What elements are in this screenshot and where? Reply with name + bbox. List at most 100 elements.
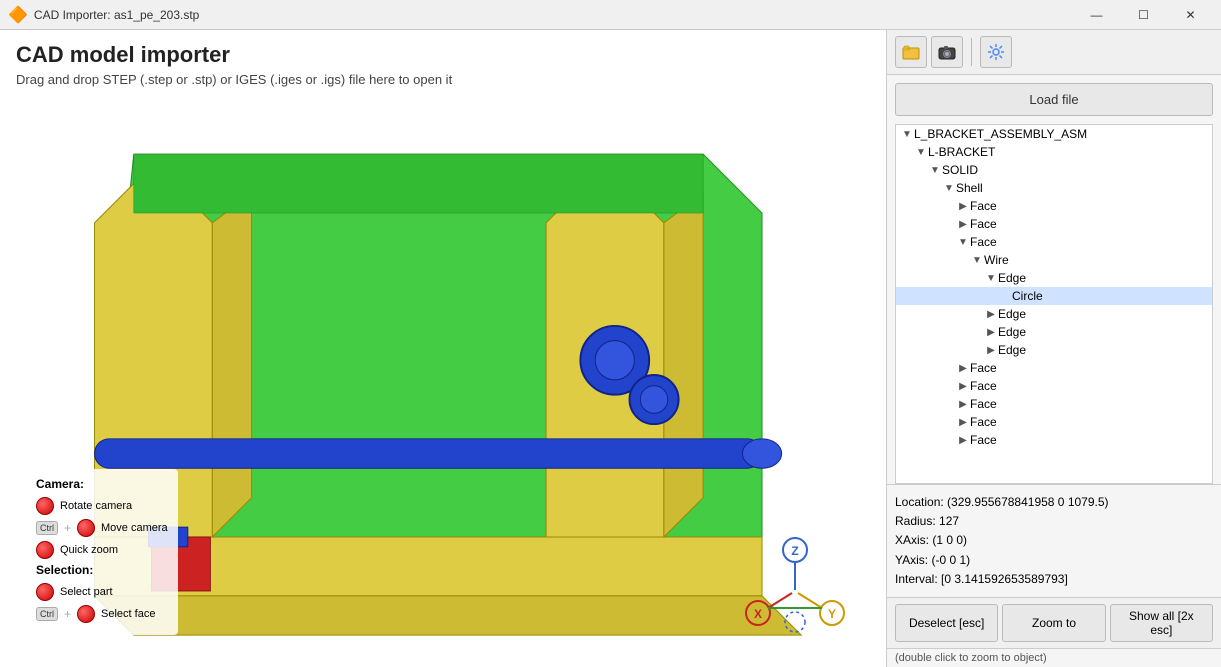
tree-arrow [984, 309, 998, 320]
tree-item-face-2[interactable]: Face [896, 215, 1212, 233]
tree-arrow [956, 363, 970, 374]
camera-button[interactable] [931, 36, 963, 68]
tree-item-edge-4[interactable]: Edge [896, 341, 1212, 359]
maximize-button[interactable]: ☐ [1121, 4, 1166, 26]
tree-label: Wire [984, 253, 1009, 267]
toolbar-separator [971, 38, 972, 66]
tree-label: Edge [998, 343, 1026, 357]
property-yaxis: YAxis: (-0 0 1) [895, 551, 1213, 570]
tree-arrow [900, 129, 914, 140]
tree-arrow [942, 183, 956, 194]
right-panel: Load file L_BRACKET_ASSEMBLY_ASM L-BRACK… [886, 30, 1221, 667]
open-file-button[interactable] [895, 36, 927, 68]
svg-text:Z: Z [791, 544, 798, 558]
tree-item-face-4[interactable]: Face [896, 359, 1212, 377]
tree-label: SOLID [942, 163, 978, 177]
svg-text:X: X [754, 607, 762, 621]
axis-svg: Z X Y [740, 525, 850, 635]
tree-arrow [956, 417, 970, 428]
tree-label: Edge [998, 307, 1026, 321]
quick-zoom-label: Quick zoom [60, 544, 118, 556]
app-icon: 🔶 [8, 5, 28, 25]
tree-arrow [984, 345, 998, 356]
tree-arrow [956, 219, 970, 230]
tree-arrow [956, 381, 970, 392]
deselect-button[interactable]: Deselect [esc] [895, 604, 998, 642]
select-part-icon [36, 583, 54, 601]
select-part-item: Select part [36, 583, 168, 601]
tree-label: Face [970, 415, 997, 429]
move-icon [77, 519, 95, 537]
tree-item-face-8[interactable]: Face [896, 431, 1212, 449]
titlebar-left: 🔶 CAD Importer: as1_pe_203.stp [8, 5, 199, 25]
tree-item-edge-3[interactable]: Edge [896, 323, 1212, 341]
property-xaxis: XAxis: (1 0 0) [895, 531, 1213, 550]
ctrl-badge-2: Ctrl [36, 607, 58, 621]
settings-button[interactable] [980, 36, 1012, 68]
select-face-item: Ctrl + Select face [36, 605, 168, 623]
tree-label: Face [970, 433, 997, 447]
tree-item-l-bracket[interactable]: L-BRACKET [896, 143, 1212, 161]
svg-text:Y: Y [828, 607, 836, 621]
tree-label: Face [970, 199, 997, 213]
toolbar [887, 30, 1221, 75]
tree-item-face-7[interactable]: Face [896, 413, 1212, 431]
main-content: CAD model importer Drag and drop STEP (.… [0, 30, 1221, 667]
tree-arrow [956, 399, 970, 410]
tree-item-solid[interactable]: SOLID [896, 161, 1212, 179]
zoom-icon [36, 541, 54, 559]
show-all-button[interactable]: Show all [2x esc] [1110, 604, 1213, 642]
app-title: CAD model importer [16, 42, 870, 68]
tree-arrow [970, 255, 984, 266]
rotate-icon [36, 497, 54, 515]
move-camera-item: Ctrl + Move camera [36, 519, 168, 537]
tree-label: Face [970, 235, 997, 249]
minimize-button[interactable]: — [1074, 4, 1119, 26]
tree-label: Edge [998, 271, 1026, 285]
tree-item-face-1[interactable]: Face [896, 197, 1212, 215]
tree-label: Face [970, 379, 997, 393]
titlebar-title: CAD Importer: as1_pe_203.stp [34, 8, 199, 22]
left-panel: CAD model importer Drag and drop STEP (.… [0, 30, 886, 667]
tree-label: Face [970, 217, 997, 231]
tree-item-circle[interactable]: Circle [896, 287, 1212, 305]
property-radius: Radius: 127 [895, 512, 1213, 531]
folder-icon [901, 42, 921, 62]
tree-item-shell[interactable]: Shell [896, 179, 1212, 197]
tree-label: Shell [956, 181, 983, 195]
tree-item-l-bracket-assembly[interactable]: L_BRACKET_ASSEMBLY_ASM [896, 125, 1212, 143]
move-camera-label: Move camera [101, 522, 168, 534]
tree-item-face-5[interactable]: Face [896, 377, 1212, 395]
tree-item-face-3[interactable]: Face [896, 233, 1212, 251]
selection-section-title: Selection: [36, 563, 168, 577]
load-file-button[interactable]: Load file [895, 83, 1213, 116]
tree-arrow [984, 273, 998, 284]
property-interval: Interval: [0 3.141592653589793] [895, 570, 1213, 589]
tree-item-edge-1[interactable]: Edge [896, 269, 1212, 287]
zoom-to-button[interactable]: Zoom to [1002, 604, 1105, 642]
tree-item-face-6[interactable]: Face [896, 395, 1212, 413]
camera-section-title: Camera: [36, 477, 168, 491]
tree-arrow [984, 327, 998, 338]
axis-widget: Z X Y [740, 525, 850, 635]
app-subtitle: Drag and drop STEP (.step or .stp) or IG… [16, 72, 870, 87]
titlebar-controls: — ☐ ✕ [1074, 4, 1213, 26]
tree-item-wire[interactable]: Wire [896, 251, 1212, 269]
camera-controls-panel: Camera: Rotate camera Ctrl + Move camera… [26, 469, 178, 635]
tree-arrow [914, 147, 928, 158]
tree-item-edge-2[interactable]: Edge [896, 305, 1212, 323]
viewport[interactable]: Camera: Rotate camera Ctrl + Move camera… [16, 95, 870, 655]
rotate-camera-label: Rotate camera [60, 500, 132, 512]
tree-panel[interactable]: L_BRACKET_ASSEMBLY_ASM L-BRACKET SOLID S… [895, 124, 1213, 484]
tree-arrow [956, 201, 970, 212]
property-location: Location: (329.955678841958 0 1079.5) [895, 493, 1213, 512]
gear-icon [986, 42, 1006, 62]
camera-icon [937, 42, 957, 62]
close-button[interactable]: ✕ [1168, 4, 1213, 26]
ctrl-badge: Ctrl [36, 521, 58, 535]
tree-label: Edge [998, 325, 1026, 339]
tree-label: L-BRACKET [928, 145, 995, 159]
double-click-hint: (double click to zoom to object) [887, 648, 1221, 667]
bottom-buttons: Deselect [esc] Zoom to Show all [2x esc] [887, 597, 1221, 648]
rotate-camera-item: Rotate camera [36, 497, 168, 515]
